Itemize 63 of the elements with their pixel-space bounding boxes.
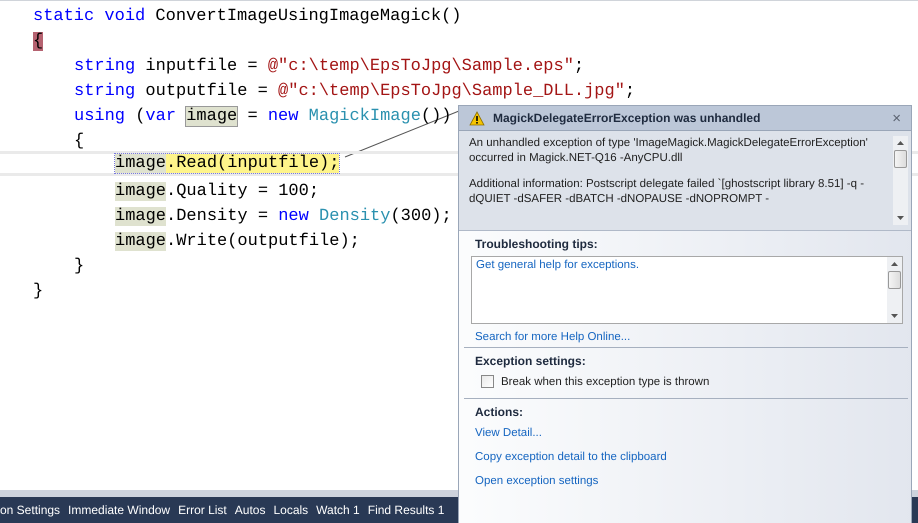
scrollbar[interactable] bbox=[887, 257, 902, 323]
code-token: @"c:\temp\EpsToJpg\Sample_DLL.jpg" bbox=[278, 82, 625, 101]
highlighted-code-token: image bbox=[186, 107, 238, 126]
tool-window-tab[interactable]: Autos bbox=[234, 503, 270, 517]
action-link[interactable]: View Detail... bbox=[475, 427, 542, 439]
code-token: outputfile = bbox=[144, 82, 269, 101]
highlighted-code-token: image bbox=[115, 182, 166, 201]
code-token: static bbox=[33, 7, 94, 26]
code-token: ( bbox=[134, 107, 146, 126]
scroll-thumb[interactable] bbox=[894, 150, 907, 168]
code-token: string bbox=[74, 82, 136, 101]
section-heading: Exception settings: bbox=[475, 354, 586, 368]
code-token: .Quality = 100; bbox=[166, 182, 320, 201]
code-token: ConvertImageUsingImageMagick() bbox=[154, 7, 462, 26]
code-token: @"c:\temp\EpsToJpg\Sample.eps" bbox=[268, 57, 574, 76]
scroll-thumb[interactable] bbox=[888, 271, 901, 289]
scroll-down-icon[interactable] bbox=[897, 216, 904, 220]
exception-message: Additional information: Postscript delegate failed `[ghostscript library 8.51] -q -dQUIET -dSAFER -dBATCH -dNOPAUSE -dNOPROMPT - bbox=[469, 177, 866, 207]
code-token: inputfile = bbox=[144, 57, 259, 76]
code-token: { bbox=[74, 132, 84, 151]
scroll-up-icon[interactable] bbox=[897, 141, 904, 145]
checkbox-label: Break when this exception type is thrown bbox=[501, 376, 710, 388]
highlighted-code-token: { bbox=[33, 32, 44, 51]
highlighted-code-token: image bbox=[115, 207, 166, 226]
code-token: ; bbox=[574, 57, 584, 76]
scroll-up-icon[interactable] bbox=[891, 262, 898, 266]
popup-title: MagickDelegateErrorException was unhandled bbox=[493, 111, 762, 125]
action-link[interactable]: Open exception settings bbox=[475, 475, 598, 487]
code-token: new bbox=[268, 107, 300, 126]
action-link[interactable]: Copy exception detail to the clipboard bbox=[475, 451, 667, 463]
code-token: } bbox=[33, 282, 44, 301]
code-token: var bbox=[145, 107, 178, 126]
code-token: MagickImage bbox=[308, 107, 421, 126]
code-token: ; bbox=[624, 82, 636, 101]
highlighted-code-token: image bbox=[115, 232, 166, 251]
scroll-down-icon[interactable] bbox=[891, 314, 898, 318]
tool-window-tab[interactable]: on Settings bbox=[0, 503, 64, 517]
code-token: .Read(inputfile); bbox=[166, 154, 340, 173]
warning-icon bbox=[469, 110, 485, 126]
tool-window-tab[interactable]: Error List bbox=[178, 503, 231, 517]
tip-link[interactable]: Get general help for exceptions. bbox=[476, 259, 640, 271]
code-token: using bbox=[74, 107, 126, 126]
checkbox[interactable] bbox=[481, 375, 494, 388]
code-token: Density bbox=[319, 207, 390, 226]
search-help-link[interactable]: Search for more Help Online... bbox=[475, 331, 630, 343]
section-heading: Actions: bbox=[475, 405, 523, 419]
code-token: } bbox=[74, 257, 84, 276]
code-token: = bbox=[246, 107, 259, 126]
tool-window-tab[interactable]: Locals bbox=[273, 503, 312, 517]
section-heading: Troubleshooting tips: bbox=[475, 237, 598, 251]
tool-window-tab[interactable]: Watch 1 bbox=[316, 503, 364, 517]
code-token: new bbox=[278, 207, 310, 226]
scrollbar[interactable] bbox=[893, 136, 908, 225]
code-token: .Density = bbox=[166, 207, 270, 226]
close-button[interactable]: × bbox=[890, 110, 903, 126]
exception-message: An unhandled exception of type 'ImageMagick.MagickDelegateErrorException' occurred in Magick.NET-Q16 -AnyCPU.dll bbox=[469, 136, 869, 166]
code-token: .Write(outputfile); bbox=[166, 232, 360, 251]
highlighted-code-token: image bbox=[115, 154, 166, 173]
code-token: (300); bbox=[390, 207, 452, 226]
tool-window-tab[interactable]: Immediate Window bbox=[68, 503, 174, 517]
code-token: string bbox=[74, 57, 136, 76]
tool-window-tab[interactable]: Find Results 1 bbox=[368, 503, 448, 517]
code-token: void bbox=[103, 7, 146, 26]
